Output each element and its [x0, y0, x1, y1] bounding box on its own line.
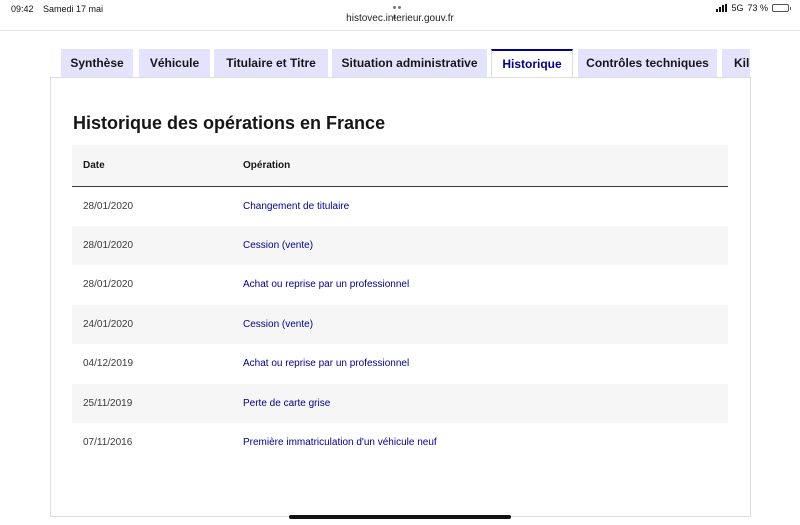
tab-synthese[interactable]: Synthèse — [61, 49, 133, 78]
tab-bar: Synthèse Véhicule Titulaire et Titre Sit… — [61, 49, 750, 78]
network-label: 5G — [731, 3, 744, 13]
tab-kilometrage[interactable]: Kilo — [722, 49, 750, 78]
row-operation-link[interactable]: Achat ou reprise par un professionnel — [243, 344, 728, 384]
row-date: 04/12/2019 — [83, 358, 134, 370]
signal-icon — [716, 4, 728, 12]
table-row: 04/12/2019 Achat ou reprise par un profe… — [72, 344, 728, 384]
row-date: 25/11/2019 — [83, 397, 133, 409]
status-right: 5G 73 % — [716, 3, 791, 13]
address-bar[interactable]: histovec.interieur.gouv.fr — [0, 13, 800, 24]
row-date: 28/01/2020 — [83, 200, 134, 212]
table-row: 28/01/2020 Changement de titulaire — [72, 186, 728, 226]
row-operation-link[interactable]: Changement de titulaire — [243, 186, 728, 226]
row-date: 28/01/2020 — [83, 239, 134, 251]
home-indicator[interactable] — [289, 515, 511, 519]
more-dots-icon[interactable] — [393, 6, 407, 19]
row-date: 07/11/2016 — [83, 437, 133, 449]
battery-icon — [772, 4, 791, 12]
row-operation-link[interactable]: Cession (vente) — [243, 226, 728, 266]
battery-percent: 73 % — [747, 3, 768, 13]
row-operation-link[interactable]: Achat ou reprise par un professionnel — [243, 265, 728, 305]
row-operation-link[interactable]: Cession (vente) — [243, 305, 728, 345]
tab-vehicule[interactable]: Véhicule — [139, 49, 210, 78]
column-header-date: Date — [83, 159, 105, 171]
divider — [0, 30, 800, 31]
page-title: Historique des opérations en France — [73, 113, 386, 133]
column-header-operation: Opération — [243, 159, 291, 171]
table-header-row: Date Opération — [72, 145, 728, 186]
table-row: 25/11/2019 Perte de carte grise — [72, 383, 728, 424]
table-row: 28/01/2020 Achat ou reprise par un profe… — [72, 265, 728, 305]
history-table: Date Opération 28/01/2020 Changement de … — [72, 145, 728, 463]
table-row: 28/01/2020 Cession (vente) — [72, 225, 728, 266]
table-row: 24/01/2020 Cession (vente) — [72, 304, 728, 345]
row-date: 28/01/2020 — [83, 279, 134, 291]
tab-titulaire-et-titre[interactable]: Titulaire et Titre — [214, 49, 328, 78]
tab-controles-techniques[interactable]: Contrôles techniques — [578, 49, 717, 78]
tab-historique[interactable]: Historique — [491, 49, 573, 78]
row-date: 24/01/2020 — [83, 318, 134, 330]
tab-situation-administrative[interactable]: Situation administrative — [332, 49, 487, 78]
table-row: 07/11/2016 Première immatriculation d'un… — [72, 423, 728, 463]
row-operation-link[interactable]: Première immatriculation d'un véhicule n… — [243, 423, 728, 463]
row-operation-link[interactable]: Perte de carte grise — [243, 384, 728, 424]
